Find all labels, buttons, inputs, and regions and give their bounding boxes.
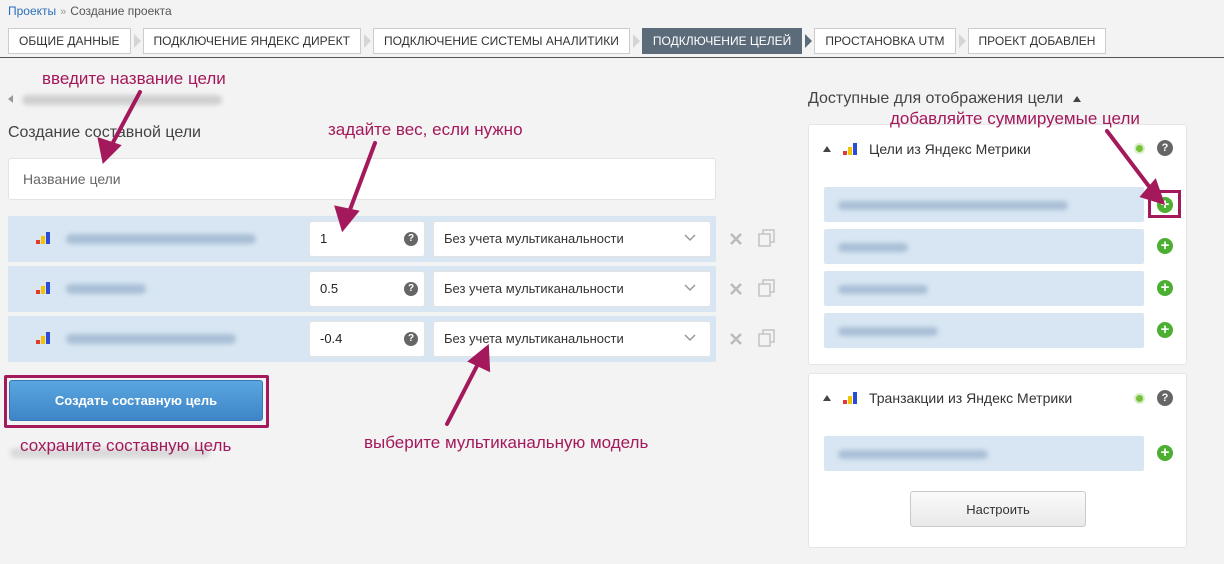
arrow-icon: [1105, 129, 1156, 195]
arrow-head-icon: [467, 343, 491, 373]
arrow-icon: [346, 141, 377, 217]
arrow-icon: [108, 90, 142, 150]
arrow-head-icon: [334, 205, 360, 233]
arrow-head-icon: [97, 137, 122, 165]
arrow-icon: [445, 358, 482, 426]
annotation-arrows: [97, 90, 1166, 426]
